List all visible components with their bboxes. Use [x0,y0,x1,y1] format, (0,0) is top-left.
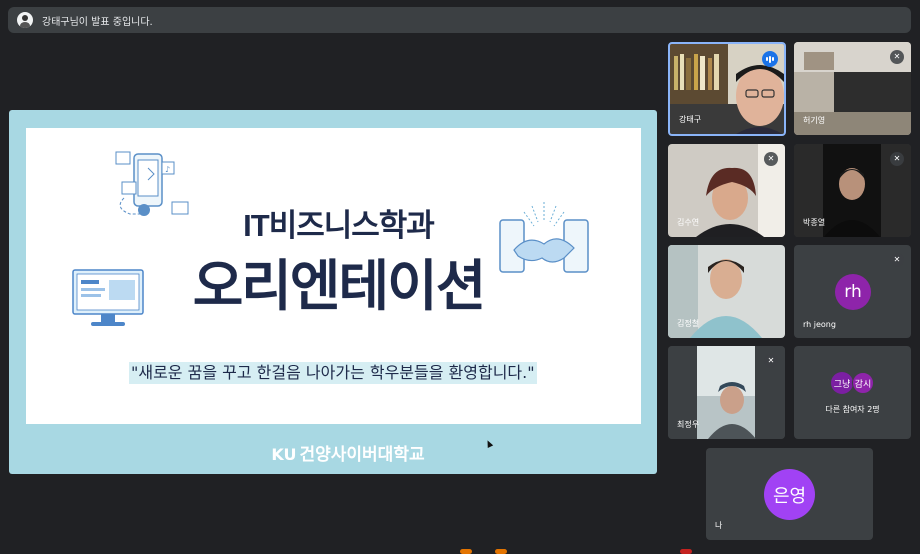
self-name: 나 [715,521,723,530]
participant-name: 박종열 [803,218,826,227]
other-participants-label: 다른 참여자 2명 [825,405,880,414]
toolbar-edge [495,549,507,554]
participant-name: 김정철 [677,319,700,328]
self-tile[interactable]: 은영 나 [706,448,873,540]
mic-off-icon: ✕ [764,152,778,166]
participant-tile[interactable]: ✕ 허기영 [794,42,911,135]
participant-tile[interactable]: rh ✕ rh jeong [794,245,911,338]
other-participant-avatar: 감시 [852,372,874,394]
shared-screen[interactable]: ♪ IT비즈니스학과 오리엔테이션 "새로운 꿈을 꾸고 한걸음 나아가는 학우… [9,110,657,474]
participant-name: 허기영 [803,116,826,125]
toolbar-edge [680,549,692,554]
mic-off-icon: ✕ [764,354,778,368]
mic-off-icon: ✕ [890,152,904,166]
toolbar-edge [460,549,472,554]
participant-tile[interactable]: ✕ 최정우 [668,346,785,439]
participant-tile[interactable]: ✕ 박종열 [794,144,911,237]
mic-off-icon: ✕ [890,253,904,267]
participant-avatar: rh [835,274,871,310]
participant-tile[interactable]: 김정철 [668,245,785,338]
presenting-message: 강태구님이 발표 중입니다. [42,16,153,28]
university-logo-icon: KU [271,445,297,464]
slide-title-department: IT비즈니스학과 [243,208,435,243]
svg-text:♪: ♪ [165,165,170,174]
participant-name: rh jeong [803,320,836,329]
other-participants-tile[interactable]: 그냥 감시 다른 참여자 2명 [794,346,911,439]
participant-name: 김수연 [677,218,700,227]
participant-tile[interactable]: ✕ 김수연 [668,144,785,237]
audio-level-icon [762,51,778,67]
other-participant-avatar: 그냥 [831,372,853,394]
participant-tile-presenter[interactable]: 강태구 [668,42,786,136]
slide-footer-university: KU 건양사이버대학교 [9,440,657,465]
presenting-banner: 강태구님이 발표 중입니다. [8,7,911,33]
presenter-avatar-icon [17,12,33,28]
mic-off-icon: ✕ [890,50,904,64]
slide-tagline: "새로운 꿈을 꾸고 한걸음 나아가는 학우분들을 환영합니다." [129,362,537,384]
university-name: 건양사이버대학교 [299,445,425,465]
participant-name: 최정우 [677,420,700,429]
self-avatar: 은영 [764,469,815,520]
slide-content: ♪ IT비즈니스학과 오리엔테이션 "새로운 꿈을 꾸고 한걸음 나아가는 학우… [26,128,641,424]
participant-name: 강태구 [679,115,702,124]
slide-title-orientation: 오리엔테이션 [192,254,487,318]
